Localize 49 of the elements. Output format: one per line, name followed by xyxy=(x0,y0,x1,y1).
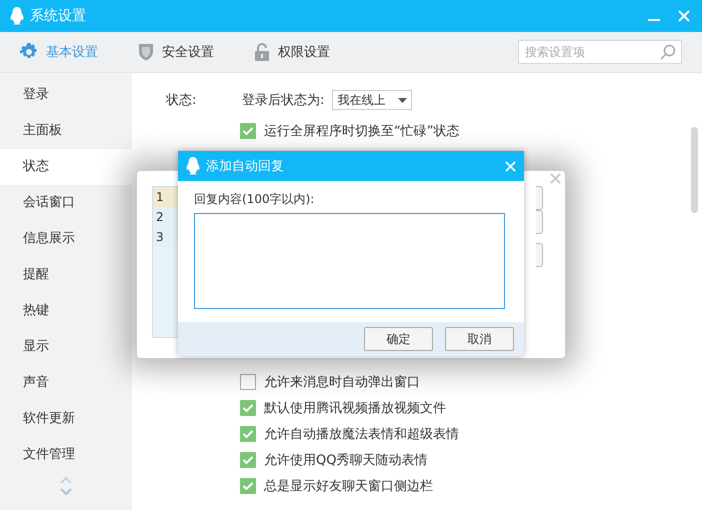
sidebar-item[interactable]: 登录 xyxy=(0,77,132,113)
sidebar-item[interactable]: 提醒 xyxy=(0,257,132,293)
option-label: 总是显示好友聊天窗口侧边栏 xyxy=(264,478,433,495)
status-dropdown[interactable]: 我在线上 xyxy=(332,90,412,110)
section-label: 状态: xyxy=(166,92,198,109)
checkbox[interactable] xyxy=(240,452,256,468)
sidebar-item[interactable]: 状态 xyxy=(0,149,132,185)
caret-icon xyxy=(398,98,408,102)
sidebar-item[interactable]: 热键 xyxy=(0,293,132,329)
penguin-icon xyxy=(186,157,200,175)
sidebar-item[interactable]: 信息展示 xyxy=(0,221,132,257)
tab[interactable]: 安全设置 xyxy=(138,43,214,61)
sidebar-item[interactable]: 声音 xyxy=(0,365,132,401)
sidebar-item[interactable]: 会话窗口 xyxy=(0,185,132,221)
option-label: 运行全屏程序时切换至“忙碌”状态 xyxy=(264,123,460,140)
option-label: 允许自动播放魔法表情和超级表情 xyxy=(264,426,459,443)
side-button[interactable] xyxy=(536,243,543,267)
checkbox[interactable] xyxy=(240,478,256,494)
checkbox[interactable] xyxy=(240,426,256,442)
reply-field[interactable] xyxy=(194,213,505,309)
penguin-icon xyxy=(10,7,24,25)
gear-icon xyxy=(20,43,38,61)
option-label: 默认使用腾讯视频播放视频文件 xyxy=(264,400,446,417)
option-label: 允许使用QQ秀聊天随动表情 xyxy=(264,452,428,469)
scrollbar[interactable] xyxy=(691,127,698,213)
sidebar-item[interactable]: 主面板 xyxy=(0,113,132,149)
option-label: 允许来消息时自动弹出窗口 xyxy=(264,374,420,391)
search-icon xyxy=(660,44,676,60)
close-icon[interactable] xyxy=(550,173,561,184)
side-button[interactable] xyxy=(536,210,543,234)
tab[interactable]: 权限设置 xyxy=(254,43,330,61)
checkbox[interactable] xyxy=(240,400,256,416)
checkbox[interactable] xyxy=(240,123,256,139)
sidebar-item[interactable]: 显示 xyxy=(0,329,132,365)
side-button[interactable] xyxy=(536,186,543,210)
sidebar-item[interactable]: 软件更新 xyxy=(0,401,132,437)
status-prompt: 登录后状态为: xyxy=(242,92,324,109)
sidebar-item[interactable]: 文件管理 xyxy=(0,437,132,473)
dialog-button[interactable]: 确定 xyxy=(364,327,433,351)
dialog-title: 添加自动回复 xyxy=(206,158,285,175)
scroll-up-icon[interactable] xyxy=(60,477,72,484)
scroll-down-icon[interactable] xyxy=(60,488,72,495)
dialog-button[interactable]: 取消 xyxy=(445,327,514,351)
lock-icon xyxy=(254,43,270,61)
field-label: 回复内容(100字以内): xyxy=(194,191,316,208)
search-field[interactable]: 搜索设置项 xyxy=(518,40,682,64)
window-title: 系统设置 xyxy=(30,7,87,25)
checkbox[interactable] xyxy=(240,374,256,390)
shield-icon xyxy=(138,43,154,61)
